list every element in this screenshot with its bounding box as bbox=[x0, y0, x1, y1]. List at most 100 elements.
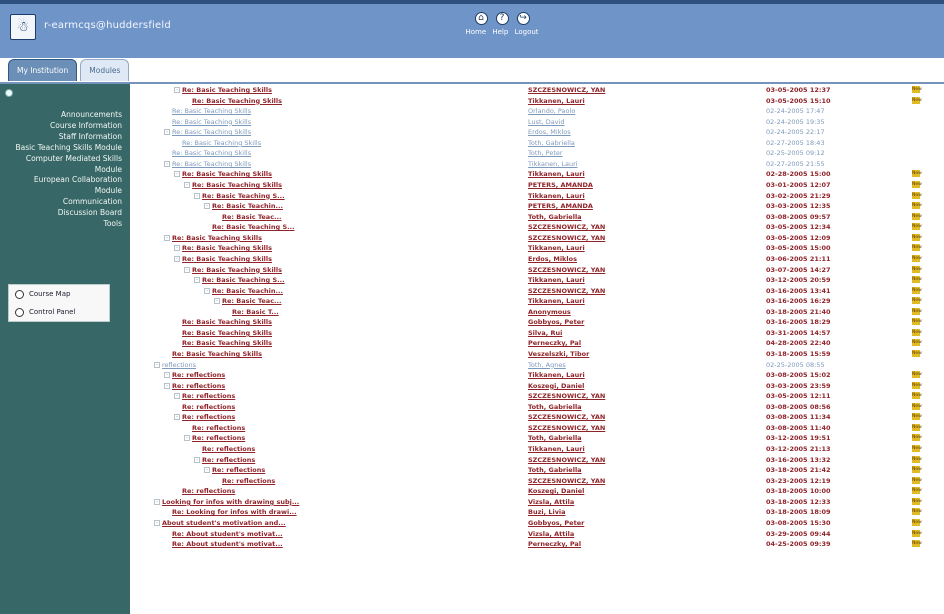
thread-title-link[interactable]: About student's motivation and... bbox=[162, 519, 286, 527]
thread-collapse-icon[interactable]: - bbox=[184, 266, 190, 273]
thread-author-link[interactable]: Toth, Peter bbox=[528, 149, 563, 157]
thread-collapse-icon[interactable]: - bbox=[164, 234, 170, 241]
thread-collapse-icon[interactable]: - bbox=[204, 467, 210, 474]
sidebar-item-basic-teaching-skills-module[interactable]: Basic Teaching Skills Module bbox=[6, 143, 122, 154]
thread-collapse-icon[interactable]: - bbox=[174, 87, 180, 93]
thread-author-link[interactable]: Tikkanen, Lauri bbox=[528, 371, 585, 379]
thread-author-link[interactable]: SZCZESNOWICZ, YAN bbox=[528, 477, 605, 485]
thread-collapse-icon[interactable]: - bbox=[164, 129, 170, 136]
thread-row[interactable]: Re: reflections Toth, Gabriella 03-08-2005… bbox=[140, 402, 944, 411]
thread-author-link[interactable]: Toth, Gabriella bbox=[528, 213, 582, 221]
thread-row[interactable]: - Re: Basic Teaching Skills PETERS, AMANDA… bbox=[140, 181, 944, 189]
thread-row[interactable]: Re: Basic T... Anonymous 03-18-2005 21:40 N… bbox=[140, 307, 944, 316]
thread-author-link[interactable]: SZCZESNOWICZ, YAN bbox=[528, 223, 605, 231]
thread-row[interactable]: Re: Basic Teaching Skills Veszelszki, Tib… bbox=[140, 350, 944, 358]
thread-row[interactable]: Re: reflections SZCZESNOWICZ, YAN 03-23-20… bbox=[140, 476, 944, 485]
thread-author-link[interactable]: PETERS, AMANDA bbox=[528, 202, 593, 210]
thread-author-link[interactable]: Koszegi, Daniel bbox=[528, 487, 584, 495]
thread-title-link[interactable]: Re: Basic Teaching Skills bbox=[182, 170, 272, 178]
thread-row[interactable]: - Re: Basic Teac... Tikkanen, Lauri 03-16-2… bbox=[140, 297, 944, 305]
thread-author-link[interactable]: Buzi, Livia bbox=[528, 508, 566, 516]
sidebar-item-discussion-board[interactable]: Discussion Board bbox=[6, 208, 122, 219]
thread-row[interactable]: Re: About student's motivat... Perneczky,… bbox=[140, 540, 944, 548]
thread-row[interactable]: - Re: reflections Koszegi, Daniel 03-03-200… bbox=[140, 381, 944, 390]
thread-title-link[interactable]: Re: Basic Teaching S... bbox=[202, 276, 285, 284]
thread-row[interactable]: - Re: Basic Teaching S... Tikkanen, Lauri 0… bbox=[140, 276, 944, 284]
thread-title-link[interactable]: Re: Basic Teaching S... bbox=[202, 192, 285, 200]
sidebar-item-communication[interactable]: Communication bbox=[6, 197, 122, 208]
thread-collapse-icon[interactable]: - bbox=[194, 277, 200, 284]
sidebar-toggle-icon[interactable] bbox=[5, 89, 13, 97]
thread-author-link[interactable]: Gobbyos, Peter bbox=[528, 519, 584, 527]
thread-author-link[interactable]: Tikkanen, Lauri bbox=[528, 192, 585, 200]
thread-row[interactable]: - Re: Basic Teaching Skills Erdos, Miklos 0… bbox=[140, 254, 944, 263]
thread-author-link[interactable]: Perneczky, Pal bbox=[528, 540, 581, 548]
thread-collapse-icon[interactable]: - bbox=[174, 245, 180, 252]
thread-row[interactable]: - Re: reflections Tikkanen, Lauri 03-08-200… bbox=[140, 371, 944, 379]
thread-row[interactable]: - Re: reflections Toth, Gabriella 03-12-200… bbox=[140, 434, 944, 442]
thread-row[interactable]: Re: Basic Teaching Skills Lust, David 02-2… bbox=[140, 118, 944, 126]
thread-author-link[interactable]: SZCZESNOWICZ, YAN bbox=[528, 424, 605, 432]
thread-row[interactable]: Re: Looking for infos with drawi... Buzi,… bbox=[140, 508, 944, 516]
thread-collapse-icon[interactable]: - bbox=[194, 192, 200, 199]
thread-title-link[interactable]: Re: Basic Teachin... bbox=[212, 287, 283, 295]
thread-row[interactable]: - Re: Basic Teaching Skills SZCZESNOWICZ, … bbox=[140, 265, 944, 274]
thread-row[interactable]: - Re: Basic Teaching Skills Erdos, Miklos 0… bbox=[140, 128, 944, 136]
thread-row[interactable]: Re: Basic Teaching Skills Tikkanen, Lauri… bbox=[140, 96, 944, 105]
thread-collapse-icon[interactable]: - bbox=[204, 287, 210, 294]
help-icon[interactable]: ? bbox=[495, 12, 509, 25]
sidebar-item-tools[interactable]: Tools bbox=[6, 219, 122, 230]
thread-row[interactable]: - About student's motivation and... Gobbyo… bbox=[140, 518, 944, 527]
thread-row[interactable]: - Looking for infos with drawing subj... V… bbox=[140, 497, 944, 506]
thread-author-link[interactable]: Tikkanen, Lauri bbox=[528, 276, 585, 284]
thread-row[interactable]: - Re: reflections Toth, Gabriella 03-18-200… bbox=[140, 466, 944, 474]
thread-row[interactable]: - Re: Basic Teaching Skills Tikkanen, Laur… bbox=[140, 160, 944, 168]
thread-author-link[interactable]: SZCZESNOWICZ, YAN bbox=[528, 456, 605, 464]
thread-author-link[interactable]: SZCZESNOWICZ, YAN bbox=[528, 287, 605, 295]
tab-my-institution[interactable]: My Institution bbox=[8, 59, 78, 81]
thread-collapse-icon[interactable]: - bbox=[154, 498, 160, 505]
thread-author-link[interactable]: Vizsla, Attila bbox=[528, 498, 574, 506]
thread-title-link[interactable]: Re: Basic Teaching Skills bbox=[192, 97, 282, 105]
thread-title-link[interactable]: Re: reflections bbox=[192, 424, 245, 432]
sidebar-item-european-collaboration-module[interactable]: European Collaboration Module bbox=[6, 175, 122, 197]
sidebar-item-announcements[interactable]: Announcements bbox=[6, 110, 122, 121]
logout-icon[interactable]: ↪ bbox=[516, 12, 530, 25]
thread-title-link[interactable]: Re: Basic Teaching Skills bbox=[192, 181, 282, 189]
thread-collapse-icon[interactable]: - bbox=[174, 414, 180, 421]
thread-title-link[interactable]: Re: reflections bbox=[182, 487, 235, 495]
thread-collapse-icon[interactable]: - bbox=[204, 203, 210, 210]
thread-title-link[interactable]: Re: Basic Teaching Skills bbox=[182, 139, 261, 147]
thread-author-link[interactable]: SZCZESNOWICZ, YAN bbox=[528, 413, 605, 421]
thread-title-link[interactable]: reflections bbox=[162, 361, 196, 369]
sidebar-item-course-information[interactable]: Course Information bbox=[6, 121, 122, 132]
thread-author-link[interactable]: Toth, Gabriella bbox=[528, 466, 582, 474]
thread-row[interactable]: Re: Basic Teaching Skills Silva, Rui 03-31… bbox=[140, 328, 944, 337]
thread-collapse-icon[interactable]: - bbox=[164, 160, 170, 167]
thread-author-link[interactable]: Gobbyos, Peter bbox=[528, 318, 584, 326]
thread-title-link[interactable]: Re: About student's motivat... bbox=[172, 540, 283, 548]
thread-author-link[interactable]: PETERS, AMANDA bbox=[528, 181, 593, 189]
thread-collapse-icon[interactable]: - bbox=[174, 393, 180, 400]
thread-row[interactable]: - Re: Basic Teaching Skills SZCZESNOWICZ, … bbox=[140, 233, 944, 242]
thread-title-link[interactable]: Re: Basic Teaching Skills bbox=[182, 339, 272, 347]
thread-title-link[interactable]: Re: Basic Teac... bbox=[222, 213, 281, 221]
thread-row[interactable]: - Re: Basic Teaching S... Tikkanen, Lauri 0… bbox=[140, 191, 944, 200]
course-map-button[interactable]: Course Map bbox=[9, 285, 109, 303]
thread-row[interactable]: - Re: reflections SZCZESNOWICZ, YAN 03-08-2… bbox=[140, 413, 944, 421]
thread-collapse-icon[interactable]: - bbox=[194, 456, 200, 463]
thread-title-link[interactable]: Re: reflections bbox=[172, 371, 225, 379]
thread-row[interactable]: Re: Basic Teaching Skills Orlando, Paolo 0… bbox=[140, 107, 944, 115]
thread-author-link[interactable]: Tikkanen, Lauri bbox=[528, 244, 585, 252]
thread-author-link[interactable]: Tikkanen, Lauri bbox=[528, 97, 585, 105]
thread-author-link[interactable]: Orlando, Paolo bbox=[528, 107, 575, 115]
thread-title-link[interactable]: Re: Basic Teaching Skills bbox=[182, 318, 272, 326]
thread-row[interactable]: - Re: Basic Teachin... PETERS, AMANDA 03-03… bbox=[140, 202, 944, 210]
thread-row[interactable]: - reflections Toth, Agnes 02-25-2005 08:55 bbox=[140, 361, 944, 369]
thread-row[interactable]: - Re: Basic Teaching Skills Tikkanen, Laur… bbox=[140, 244, 944, 252]
thread-collapse-icon[interactable]: - bbox=[174, 255, 180, 262]
thread-title-link[interactable]: Re: reflections bbox=[202, 456, 255, 464]
thread-author-link[interactable]: Koszegi, Daniel bbox=[528, 382, 584, 390]
thread-author-link[interactable]: Tikkanen, Lauri bbox=[528, 297, 585, 305]
thread-title-link[interactable]: Re: Basic Teaching Skills bbox=[172, 149, 251, 157]
